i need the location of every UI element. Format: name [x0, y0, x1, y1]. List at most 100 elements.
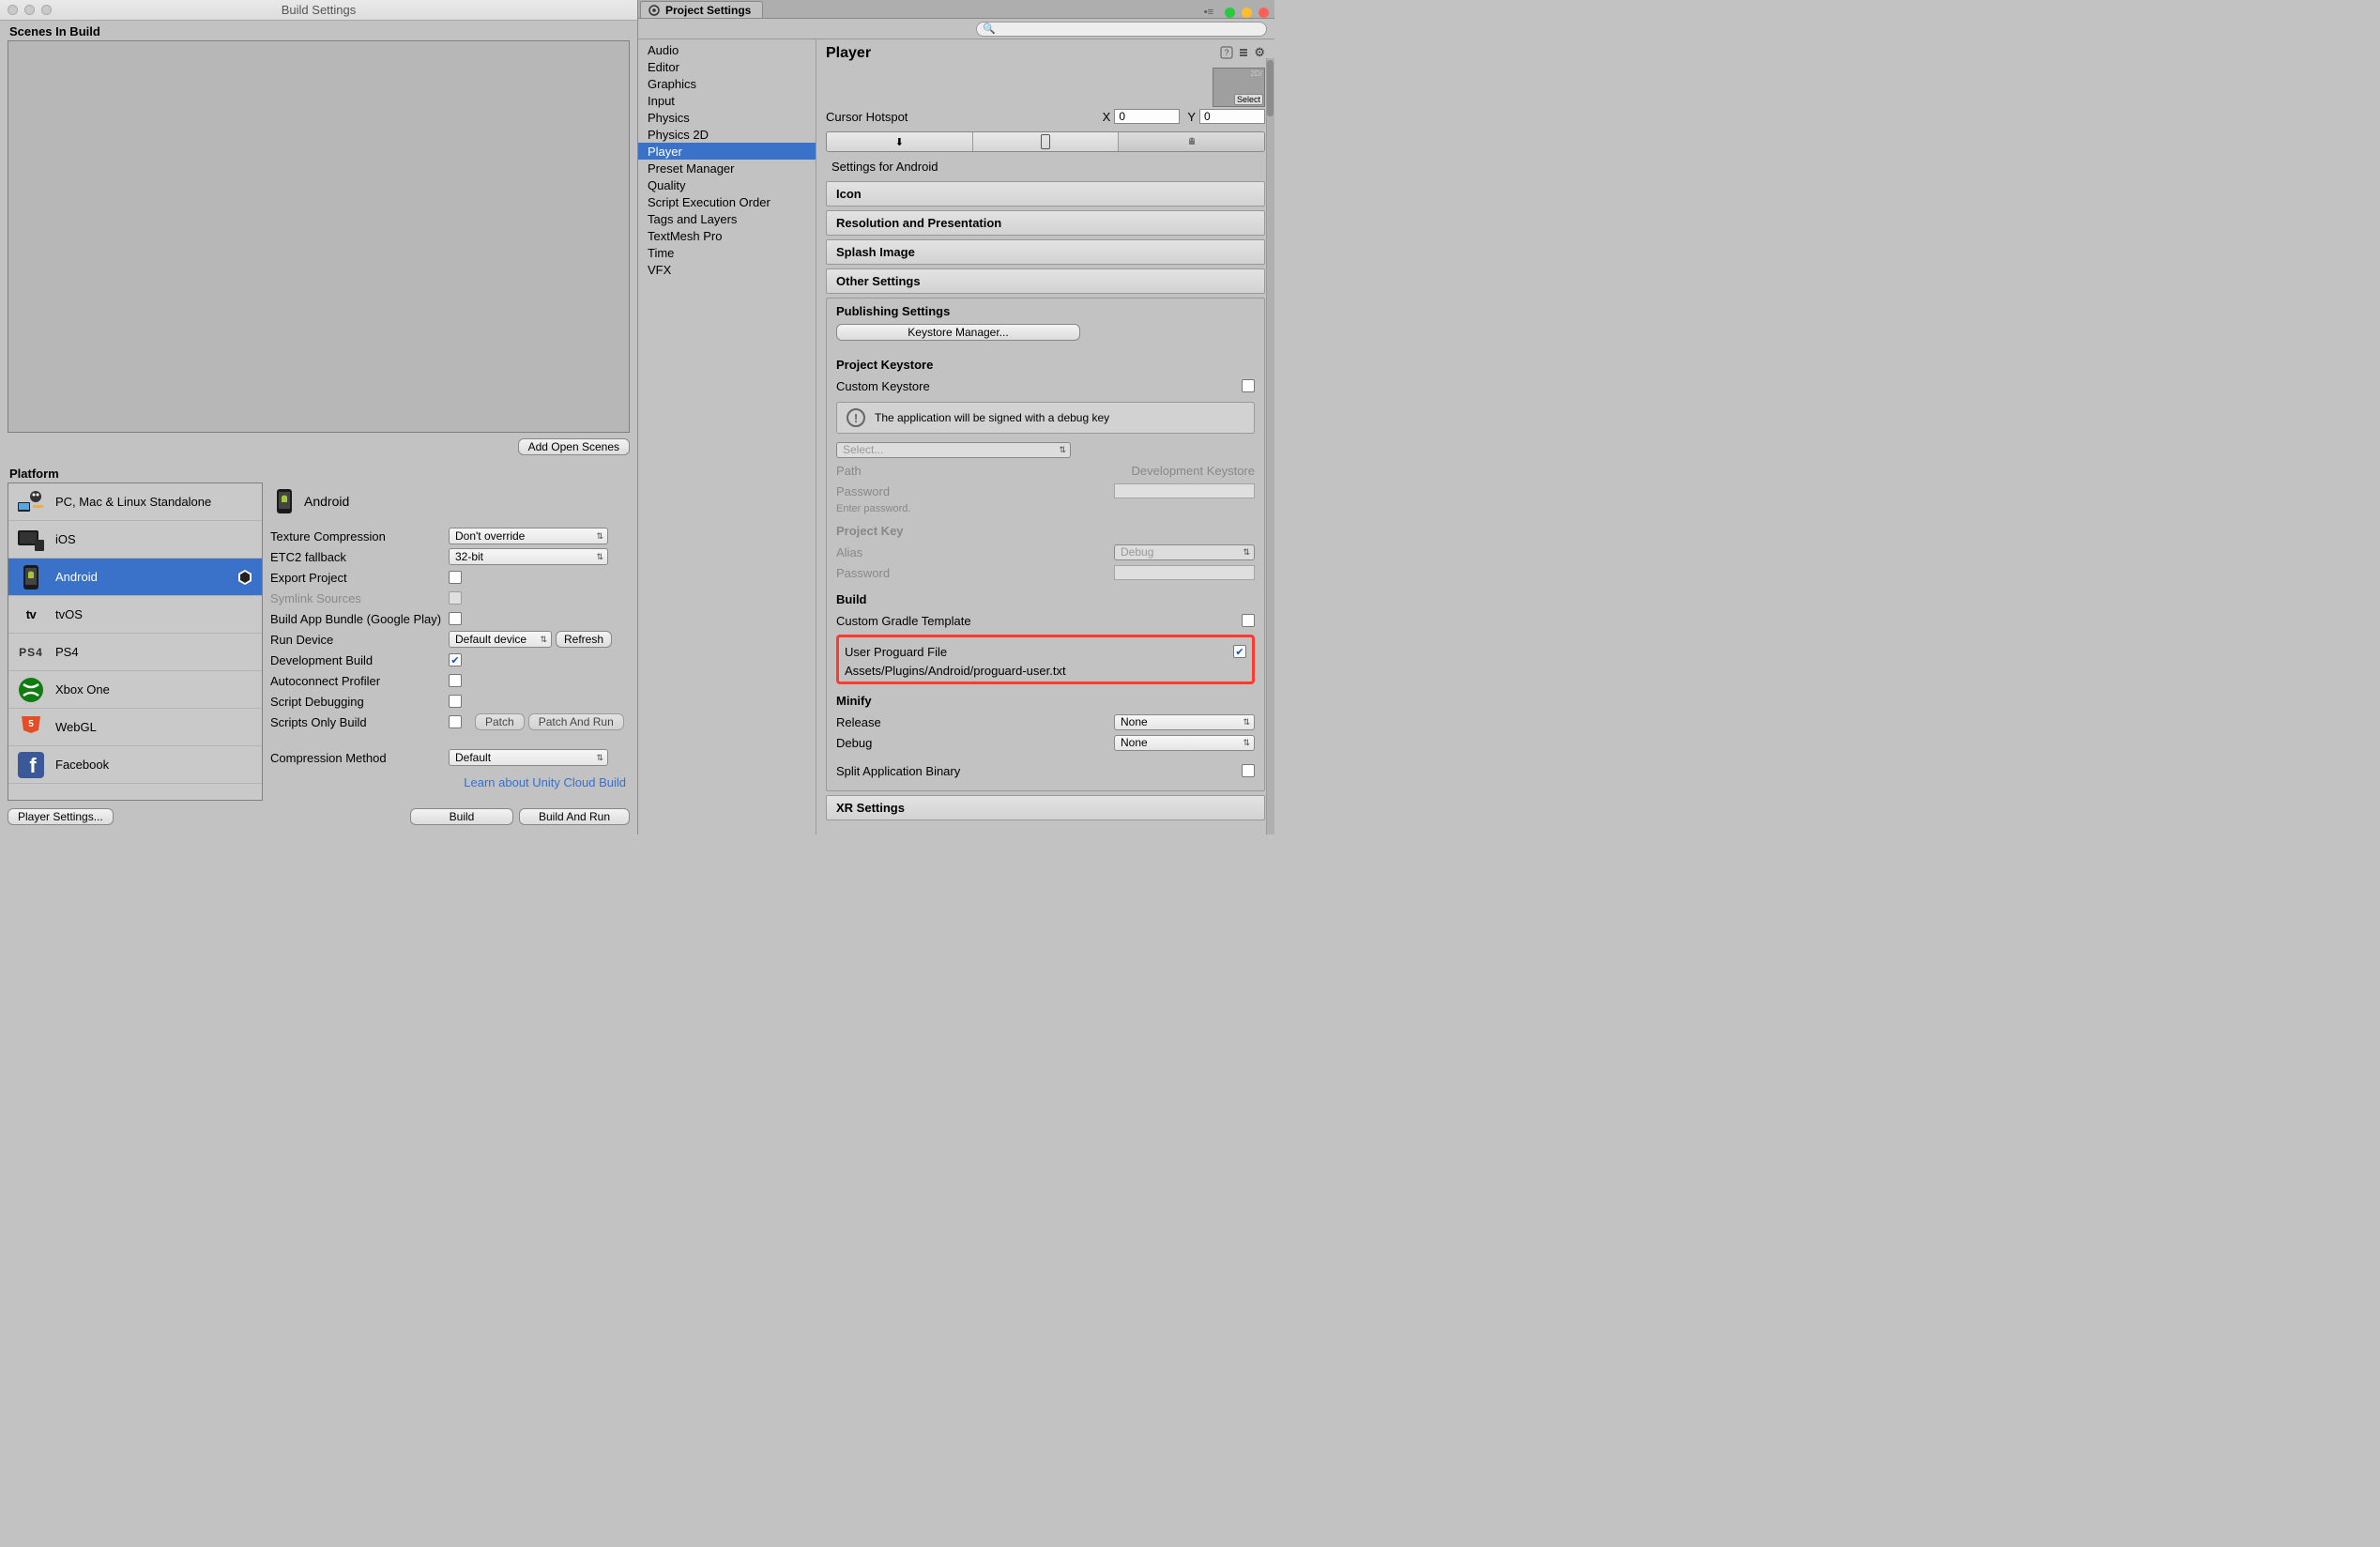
- opt-label: Run Device: [270, 633, 449, 647]
- category-physics[interactable]: Physics: [638, 109, 816, 126]
- platform-item-webgl[interactable]: 5 WebGL: [8, 709, 262, 746]
- tab-ios[interactable]: [973, 132, 1120, 151]
- vertical-scrollbar[interactable]: [1266, 58, 1274, 835]
- keystore-password-input: [1114, 483, 1255, 498]
- custom-gradle-checkbox[interactable]: [1242, 614, 1255, 627]
- category-scriptexec[interactable]: Script Execution Order: [638, 193, 816, 210]
- minify-header: Minify: [836, 694, 1255, 708]
- category-tagslayers[interactable]: Tags and Layers: [638, 210, 816, 227]
- foldout-xr[interactable]: XR Settings: [826, 795, 1265, 820]
- proguard-highlight: User Proguard File ✔ Assets/Plugins/Andr…: [836, 635, 1255, 684]
- close-icon[interactable]: [1259, 8, 1269, 18]
- platform-item-android[interactable]: Android: [8, 559, 262, 596]
- category-player[interactable]: Player: [638, 143, 816, 160]
- inspector-panel: Player ? ⚙ 2D/ Select Cursor Hotspot X Y: [816, 39, 1274, 835]
- svg-text:f: f: [29, 754, 37, 777]
- gear-icon[interactable]: ⚙: [1254, 45, 1265, 60]
- tab-standalone[interactable]: ⬇: [827, 132, 973, 151]
- search-icon: 🔍: [983, 23, 996, 35]
- ps4-icon: PS4: [16, 637, 46, 667]
- category-textmeshpro[interactable]: TextMesh Pro: [638, 227, 816, 244]
- path-value: Development Keystore: [1131, 464, 1255, 478]
- category-editor[interactable]: Editor: [638, 58, 816, 75]
- password-hint: Enter password.: [836, 503, 1255, 514]
- category-input[interactable]: Input: [638, 92, 816, 109]
- standalone-icon: [16, 487, 46, 517]
- platform-item-xboxone[interactable]: Xbox One: [8, 671, 262, 709]
- xbox-icon: [16, 675, 46, 705]
- traffic-lights: [1225, 8, 1269, 18]
- project-settings-tab[interactable]: Project Settings: [640, 1, 763, 18]
- platform-item-standalone[interactable]: PC, Mac & Linux Standalone: [8, 483, 262, 521]
- category-quality[interactable]: Quality: [638, 176, 816, 193]
- player-settings-button[interactable]: Player Settings...: [8, 808, 114, 825]
- category-vfx[interactable]: VFX: [638, 261, 816, 278]
- tab-android[interactable]: [1119, 132, 1264, 151]
- category-physics2d[interactable]: Physics 2D: [638, 126, 816, 143]
- custom-keystore-checkbox[interactable]: [1242, 379, 1255, 392]
- keystore-manager-button[interactable]: Keystore Manager...: [836, 324, 1080, 341]
- opt-label: Build App Bundle (Google Play): [270, 612, 449, 626]
- minify-release-select[interactable]: None: [1114, 714, 1255, 730]
- alias-password-input: [1114, 565, 1255, 580]
- compression-method-select[interactable]: Default: [449, 749, 608, 766]
- platform-item-tvos[interactable]: tv tvOS: [8, 596, 262, 634]
- foldout-resolution[interactable]: Resolution and Presentation: [826, 210, 1265, 236]
- minify-debug-select[interactable]: None: [1114, 735, 1255, 751]
- cursor-x-input[interactable]: [1114, 109, 1180, 124]
- add-open-scenes-button[interactable]: Add Open Scenes: [518, 438, 630, 455]
- inspector-title: Player: [826, 45, 871, 62]
- debug-label: Debug: [836, 736, 1114, 750]
- scripts-only-checkbox[interactable]: [449, 715, 462, 728]
- android-icon: [1185, 135, 1198, 148]
- script-debugging-checkbox[interactable]: [449, 695, 462, 708]
- platform-label: PS4: [55, 645, 79, 659]
- foldout-icon[interactable]: Icon: [826, 181, 1265, 207]
- window-titlebar: Build Settings: [0, 0, 637, 21]
- build-and-run-button[interactable]: Build And Run: [519, 808, 630, 825]
- autoconnect-profiler-checkbox[interactable]: [449, 674, 462, 687]
- app-bundle-checkbox[interactable]: [449, 612, 462, 625]
- default-icon-preview[interactable]: 2D/ Select: [1213, 68, 1265, 107]
- build-button[interactable]: Build: [410, 808, 513, 825]
- platform-item-ios[interactable]: iOS: [8, 521, 262, 559]
- select-icon-button[interactable]: Select: [1234, 94, 1263, 105]
- cloud-build-link[interactable]: Learn about Unity Cloud Build: [464, 775, 626, 789]
- development-build-checkbox[interactable]: ✔: [449, 653, 462, 666]
- android-icon: [274, 488, 295, 514]
- user-proguard-checkbox[interactable]: ✔: [1233, 645, 1246, 658]
- settings-for-label: Settings for Android: [826, 156, 1265, 177]
- download-icon: ⬇: [895, 136, 904, 148]
- category-audio[interactable]: Audio: [638, 41, 816, 58]
- scenes-list[interactable]: [8, 40, 630, 433]
- preset-icon[interactable]: [1237, 46, 1250, 59]
- cursor-y-input[interactable]: [1199, 109, 1265, 124]
- split-binary-checkbox[interactable]: [1242, 764, 1255, 777]
- category-time[interactable]: Time: [638, 244, 816, 261]
- panel-menu-icon[interactable]: •≡: [1204, 7, 1213, 18]
- etc2-fallback-select[interactable]: 32-bit: [449, 548, 608, 565]
- patch-button[interactable]: Patch: [475, 713, 525, 730]
- search-input[interactable]: 🔍: [976, 22, 1267, 37]
- category-presetmanager[interactable]: Preset Manager: [638, 160, 816, 176]
- minimize-icon[interactable]: [1242, 8, 1252, 18]
- texture-compression-select[interactable]: Don't override: [449, 528, 608, 544]
- foldout-other[interactable]: Other Settings: [826, 268, 1265, 294]
- svg-text:5: 5: [28, 719, 34, 729]
- platform-item-facebook[interactable]: f Facebook: [8, 746, 262, 784]
- foldout-splash[interactable]: Splash Image: [826, 239, 1265, 265]
- gear-icon: [648, 5, 660, 16]
- patch-and-run-button[interactable]: Patch And Run: [528, 713, 624, 730]
- zoom-icon[interactable]: [1225, 8, 1235, 18]
- export-project-checkbox[interactable]: [449, 571, 462, 584]
- webgl-icon: 5: [16, 712, 46, 743]
- category-graphics[interactable]: Graphics: [638, 75, 816, 92]
- platform-label: WebGL: [55, 720, 97, 734]
- scrollbar-thumb[interactable]: [1267, 60, 1274, 116]
- platform-item-ps4[interactable]: PS4 PS4: [8, 634, 262, 671]
- refresh-button[interactable]: Refresh: [556, 631, 612, 648]
- help-icon[interactable]: ?: [1220, 46, 1233, 59]
- scenes-in-build-header: Scenes In Build: [0, 21, 637, 40]
- run-device-select[interactable]: Default device: [449, 631, 552, 648]
- ios-icon: [16, 525, 46, 555]
